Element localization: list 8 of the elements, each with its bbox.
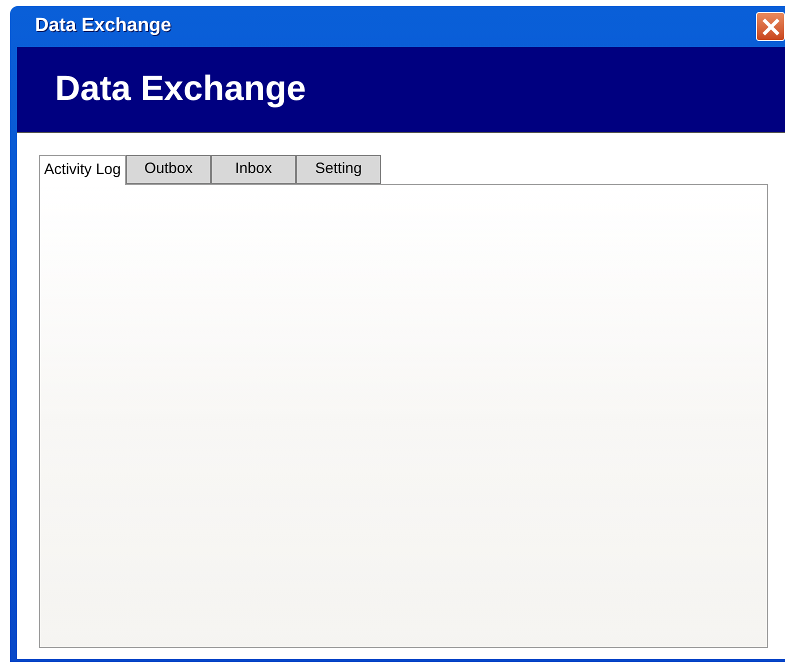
tab[interactable]: Inbox: [211, 155, 296, 184]
header-title: Data Exchange: [55, 68, 306, 110]
tab[interactable]: Activity Log: [39, 155, 126, 185]
tab[interactable]: Outbox: [126, 155, 211, 184]
close-button[interactable]: [756, 12, 785, 41]
tab[interactable]: Setting: [296, 155, 381, 184]
window-title: Data Exchange: [35, 14, 172, 38]
close-icon: [762, 18, 780, 36]
